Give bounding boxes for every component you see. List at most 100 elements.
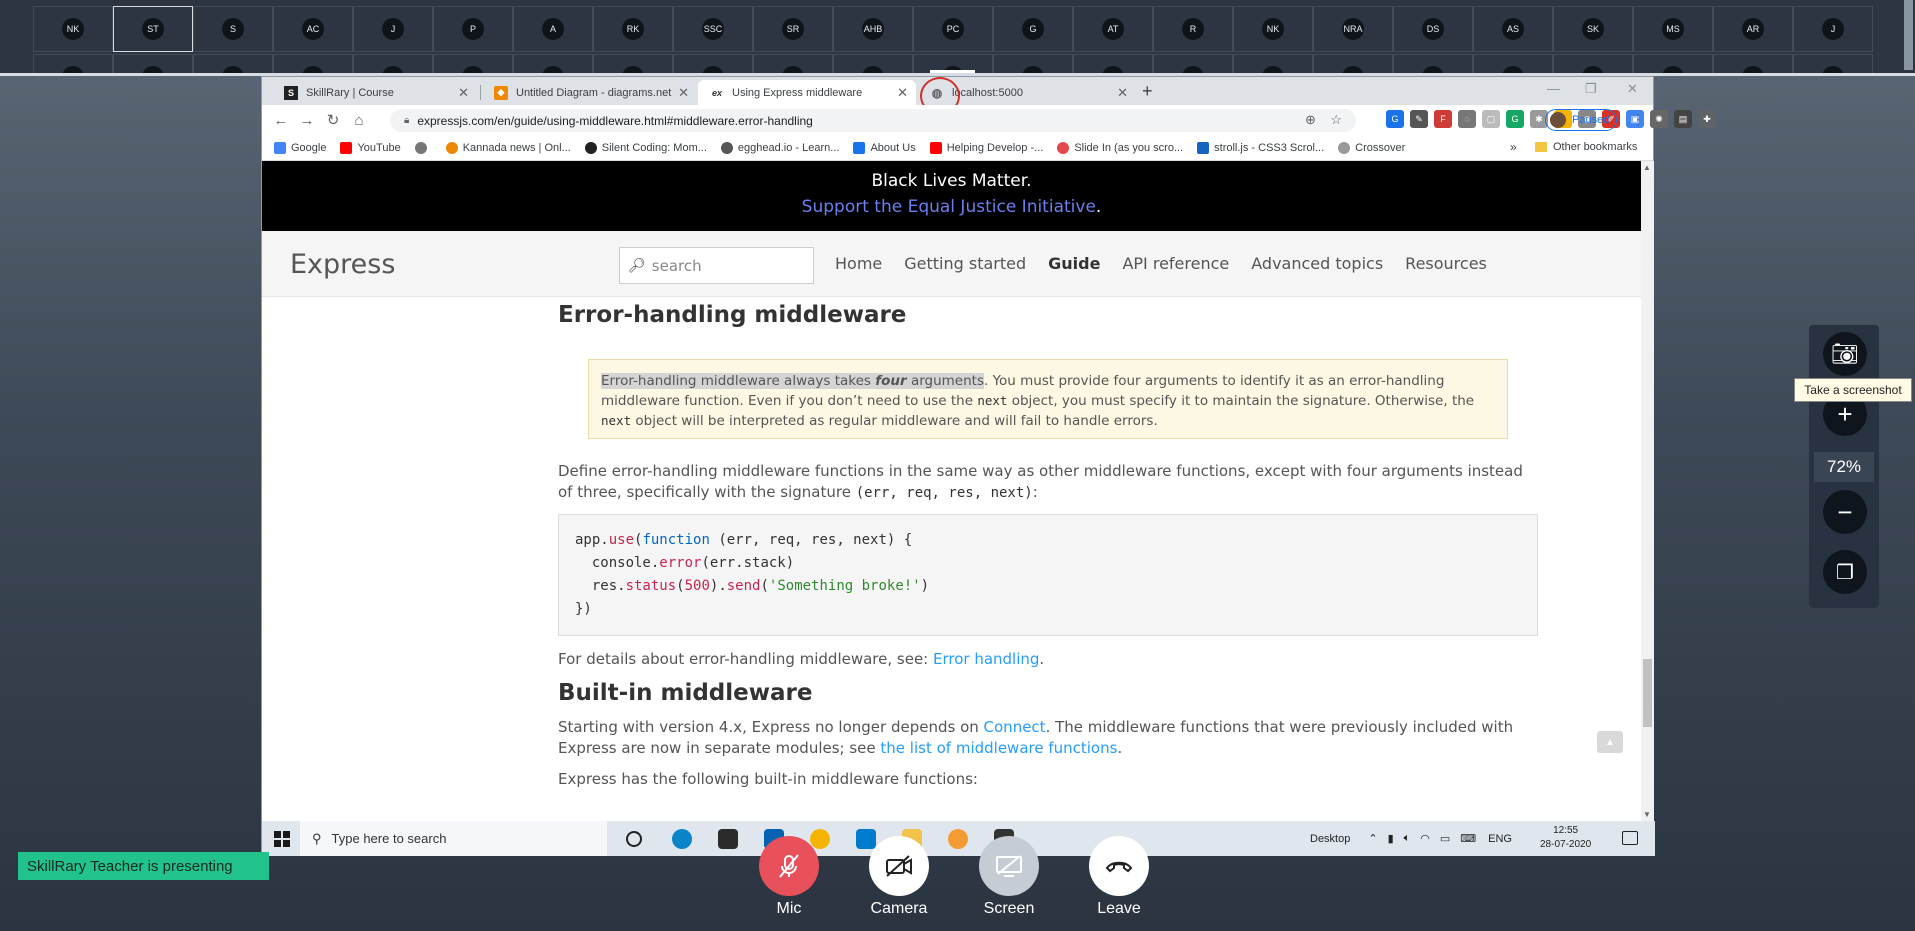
site-search-input[interactable]: 🔎︎ search — [619, 247, 814, 284]
desktop-toolbar-label[interactable]: Desktop — [1310, 833, 1350, 845]
wifi-icon[interactable]: ◠ — [1420, 832, 1430, 845]
bookmark-item[interactable]: Google — [274, 141, 326, 154]
bookmark-item[interactable]: Silent Coding: Mom... — [584, 141, 707, 154]
participant-tile[interactable] — [1393, 54, 1473, 73]
participant-tile[interactable] — [273, 54, 353, 73]
volume-icon[interactable]: 🔈︎ — [1404, 832, 1411, 845]
participant-scrollbar[interactable] — [1904, 0, 1913, 70]
extension-icon[interactable]: ✺ — [1650, 110, 1668, 128]
bookmark-item[interactable] — [414, 141, 432, 154]
extension-icon[interactable]: ✎ — [1410, 110, 1428, 128]
participant-tile[interactable] — [593, 54, 673, 73]
participant-tile[interactable] — [1793, 54, 1873, 73]
cortana-icon[interactable] — [626, 831, 642, 847]
edge-icon[interactable] — [672, 829, 692, 849]
participant-tile[interactable] — [33, 54, 113, 73]
scroll-down-icon[interactable]: ▼ — [1643, 810, 1651, 819]
forward-arrow-icon[interactable]: → — [294, 112, 320, 129]
minimize-icon[interactable]: — — [1547, 81, 1560, 96]
bookmark-item[interactable]: About Us — [853, 141, 916, 154]
participant-tile[interactable]: AR — [1713, 6, 1793, 52]
participant-tile[interactable] — [1073, 54, 1153, 73]
mic-tray-icon[interactable]: ▮ — [1388, 832, 1394, 845]
participant-tile[interactable]: S — [193, 6, 273, 52]
participant-tile[interactable]: PC — [913, 6, 993, 52]
close-tab-icon[interactable]: ✕ — [678, 85, 689, 101]
close-window-icon[interactable]: ✕ — [1627, 81, 1638, 97]
tab-express-middleware[interactable]: ex Using Express middleware ✕ — [698, 80, 916, 105]
participant-tile[interactable] — [513, 54, 593, 73]
participant-tile[interactable] — [353, 54, 433, 73]
participant-tile[interactable] — [433, 54, 513, 73]
more-bookmarks-chevron-icon[interactable]: » — [1510, 140, 1517, 154]
extension-icon[interactable]: G — [1386, 110, 1404, 128]
bookmark-item[interactable]: egghead.io - Learn... — [720, 141, 839, 154]
error-handling-link[interactable]: Error handling — [933, 650, 1039, 668]
participant-tile[interactable]: ST — [113, 6, 193, 52]
chrome-icon[interactable] — [810, 829, 830, 849]
notification-icon[interactable] — [1622, 831, 1638, 845]
nav-resources[interactable]: Resources — [1405, 254, 1487, 273]
camera-button[interactable] — [869, 836, 929, 896]
banner-link[interactable]: Support the Equal Justice Initiative — [802, 197, 1096, 217]
participant-tile[interactable] — [1713, 54, 1793, 73]
restore-icon[interactable]: ❐ — [1585, 81, 1597, 97]
participant-tile[interactable]: DS — [1393, 6, 1473, 52]
scroll-to-top-button[interactable]: ▲ — [1597, 731, 1623, 753]
bookmark-item[interactable]: Kannada news | Onl... — [445, 141, 571, 154]
participant-tile[interactable]: NK — [33, 6, 113, 52]
windows-start-icon[interactable] — [274, 831, 290, 847]
nav-guide[interactable]: Guide — [1048, 254, 1100, 273]
participant-tile[interactable] — [993, 54, 1073, 73]
participant-tile[interactable]: R — [1153, 6, 1233, 52]
participant-strip-handle[interactable] — [930, 70, 975, 73]
participant-tile[interactable]: SSC — [673, 6, 753, 52]
participant-tile[interactable] — [1553, 54, 1633, 73]
bookmark-item[interactable]: Helping Develop -... — [929, 141, 1043, 154]
profile-button[interactable]: Paused — [1545, 109, 1617, 131]
participant-tile[interactable] — [1153, 54, 1233, 73]
participant-tile[interactable] — [1473, 54, 1553, 73]
taskbar-search-input[interactable]: ⚲ Type here to search — [300, 821, 607, 856]
extension-icon[interactable]: F — [1434, 110, 1452, 128]
bookmark-item[interactable]: Crossover — [1338, 141, 1405, 154]
other-bookmarks[interactable]: Other bookmarks — [1535, 141, 1637, 153]
middleware-list-link[interactable]: the list of middleware functions — [880, 739, 1117, 757]
screen-share-button[interactable] — [979, 836, 1039, 896]
participant-tile[interactable]: J — [1793, 6, 1873, 52]
keyboard-icon[interactable]: ⌨ — [1460, 832, 1476, 845]
scroll-up-icon[interactable]: ▲ — [1643, 163, 1651, 172]
participant-tile[interactable]: AT — [1073, 6, 1153, 52]
puzzle-icon[interactable]: ✚ — [1698, 110, 1716, 128]
tab-diagrams[interactable]: ◆ Untitled Diagram - diagrams.net ✕ — [482, 80, 697, 105]
page-scrollbar[interactable]: ▲ ▼ — [1641, 161, 1654, 821]
scrollbar-thumb[interactable] — [1643, 659, 1652, 727]
close-tab-icon[interactable]: ✕ — [458, 85, 469, 101]
participant-tile[interactable] — [753, 54, 833, 73]
participant-tile[interactable] — [1633, 54, 1713, 73]
participant-tile[interactable]: NK — [1233, 6, 1313, 52]
extension-icon[interactable]: ▤ — [1674, 110, 1692, 128]
new-tab-button[interactable]: + — [1142, 81, 1153, 102]
back-arrow-icon[interactable]: ← — [268, 112, 294, 129]
participant-tile[interactable] — [113, 54, 193, 73]
participant-tile[interactable] — [1313, 54, 1393, 73]
zoom-icon[interactable]: ⊕ — [1305, 112, 1316, 127]
participant-tile[interactable] — [1233, 54, 1313, 73]
vscode-icon[interactable] — [856, 829, 876, 849]
connect-link[interactable]: Connect — [984, 718, 1046, 736]
language-indicator[interactable]: ENG — [1488, 833, 1512, 845]
participant-tile[interactable] — [833, 54, 913, 73]
fit-screen-button[interactable]: ❐ — [1823, 550, 1867, 594]
leave-button[interactable] — [1089, 836, 1149, 896]
participant-tile[interactable]: AHB — [833, 6, 913, 52]
participant-tile[interactable]: G — [993, 6, 1073, 52]
bookmark-item[interactable]: stroll.js - CSS3 Scrol... — [1197, 141, 1324, 154]
bookmark-item[interactable]: YouTube — [340, 141, 401, 154]
reload-icon[interactable]: ↻ — [320, 111, 346, 129]
store-icon[interactable] — [718, 829, 738, 849]
home-icon[interactable]: ⌂ — [346, 112, 372, 129]
site-logo[interactable]: Express — [290, 249, 395, 280]
participant-tile[interactable]: J — [353, 6, 433, 52]
app-icon[interactable] — [948, 829, 968, 849]
